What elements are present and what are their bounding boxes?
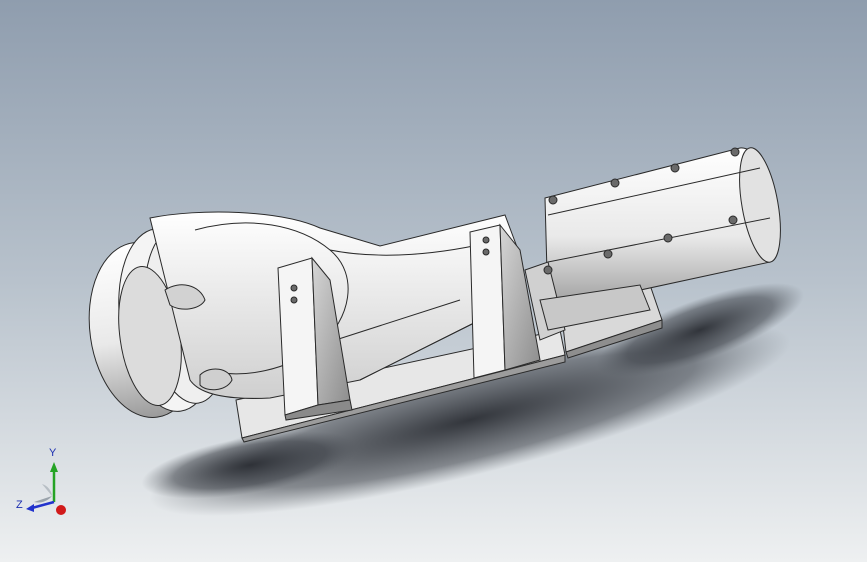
y-axis-label: Y: [49, 447, 57, 459]
triad-plane-shade-2: [42, 484, 52, 496]
middle-support-bracket: [469, 223, 541, 379]
3d-part-model[interactable]: [0, 0, 867, 562]
z-axis-line: [31, 500, 55, 510]
orientation-triad: Y Z: [16, 447, 66, 515]
graphics-viewport[interactable]: Y Z: [0, 0, 867, 562]
x-axis-dot-icon: [56, 505, 66, 515]
y-axis-arrow-icon: [50, 462, 58, 472]
z-axis-label: Z: [16, 499, 23, 511]
triad-plane-shade: [34, 496, 52, 503]
z-axis-arrow-icon: [26, 504, 34, 512]
